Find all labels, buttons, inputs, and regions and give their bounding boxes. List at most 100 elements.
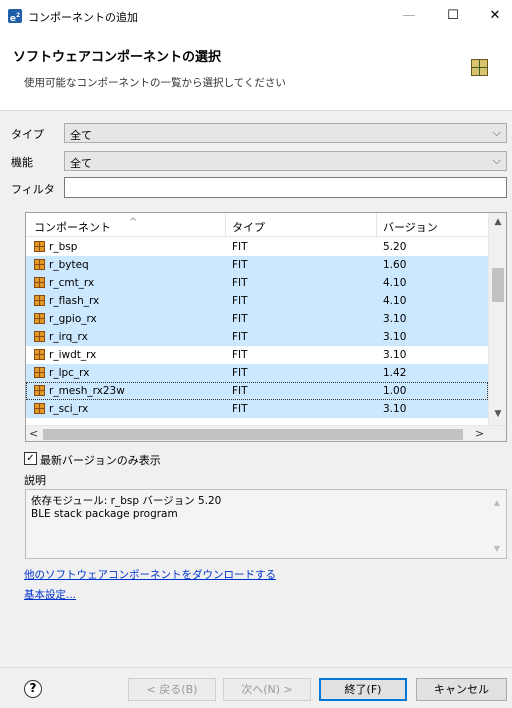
component-type: FIT (232, 367, 248, 379)
description-text: BLE stack package program (31, 508, 178, 520)
cancel-button[interactable]: キャンセル (416, 678, 507, 701)
filter-input[interactable] (64, 177, 507, 198)
component-type: FIT (232, 349, 248, 361)
component-type: FIT (232, 403, 248, 415)
wizard-header: ソフトウェアコンポーネントの選択 使用可能なコンポーネントの一覧から選択してくだ… (0, 31, 512, 111)
component-icon (34, 295, 45, 306)
page-subtitle: 使用可能なコンポーネントの一覧から選択してください (24, 77, 286, 89)
close-button[interactable]: ✕ (475, 0, 512, 31)
scroll-down-arrow-icon[interactable]: ▼ (489, 409, 506, 419)
type-select-value: 全て (70, 129, 92, 142)
table-row[interactable]: r_iwdt_rx FIT 3.10 (26, 346, 488, 364)
column-divider (376, 213, 377, 237)
column-header-version[interactable]: バージョン (383, 219, 438, 235)
component-icon (34, 277, 45, 288)
sort-ascending-icon: ^ (129, 217, 138, 228)
horizontal-scrollbar[interactable]: < > (26, 425, 506, 441)
component-name: r_cmt_rx (49, 277, 95, 289)
table-row[interactable]: r_bsp FIT 5.20 (26, 238, 488, 256)
component-icon (34, 259, 45, 270)
latest-only-checkbox[interactable]: ✓ (24, 452, 37, 465)
component-type: FIT (232, 259, 248, 271)
component-name: r_byteq (49, 259, 89, 271)
component-name: r_bsp (49, 241, 78, 253)
table-body: r_bsp FIT 5.20 r_byteq FIT 1.60 r_cmt_rx… (26, 238, 488, 418)
function-select[interactable]: 全て ⌵ (64, 151, 507, 171)
back-button[interactable]: < 戻る(B) (128, 678, 216, 701)
component-type: FIT (232, 313, 248, 325)
basic-settings-link[interactable]: 基本設定... (24, 587, 76, 602)
table-row[interactable]: r_byteq FIT 1.60 (26, 256, 488, 274)
component-table[interactable]: コンポーネント ^ タイプ バージョン r_bsp FIT 5.20 r_byt… (25, 212, 507, 442)
column-header-component[interactable]: コンポーネント ^ (34, 217, 137, 235)
table-row[interactable]: r_gpio_rx FIT 3.10 (26, 310, 488, 328)
component-name: r_gpio_rx (49, 313, 97, 325)
next-button[interactable]: 次へ(N) > (223, 678, 311, 701)
component-version: 3.10 (383, 331, 407, 343)
function-label: 機能 (11, 156, 33, 169)
maximize-button[interactable]: ☐ (433, 0, 473, 31)
component-version: 1.42 (383, 367, 407, 379)
component-type: FIT (232, 277, 248, 289)
component-icon (34, 331, 45, 342)
latest-only-label[interactable]: 最新バージョンのみ表示 (40, 452, 161, 468)
column-divider (225, 213, 226, 237)
component-icon (34, 367, 45, 378)
table-row[interactable]: r_irq_rx FIT 3.10 (26, 328, 488, 346)
scroll-up-arrow-icon[interactable]: ▲ (489, 217, 506, 227)
table-row[interactable]: r_flash_rx FIT 4.10 (26, 292, 488, 310)
component-version: 4.10 (383, 277, 407, 289)
e2-studio-app-icon: e2 (8, 9, 22, 24)
component-type: FIT (232, 385, 248, 397)
scroll-left-arrow-icon[interactable]: < (29, 427, 38, 440)
component-version: 1.00 (383, 385, 407, 397)
minimize-button[interactable]: — (389, 0, 429, 31)
function-select-value: 全て (70, 157, 92, 170)
filter-label: フィルタ (11, 183, 55, 196)
chevron-down-icon: ⌵ (492, 154, 501, 167)
component-name: r_mesh_rx23w (49, 385, 125, 397)
scroll-up-arrow-icon: ▲ (493, 498, 500, 507)
description-label: 説明 (24, 474, 46, 487)
component-icon (34, 349, 45, 360)
footer-divider (0, 667, 512, 668)
scroll-down-arrow-icon: ▼ (493, 544, 500, 553)
component-icon (34, 385, 45, 396)
component-name: r_iwdt_rx (49, 349, 97, 361)
scroll-right-arrow-icon[interactable]: > (475, 427, 484, 440)
component-name: r_flash_rx (49, 295, 100, 307)
component-version: 3.10 (383, 403, 407, 415)
type-select[interactable]: 全て ⌵ (64, 123, 507, 143)
horizontal-scroll-thumb[interactable] (43, 429, 463, 440)
component-name: r_sci_rx (49, 403, 89, 415)
table-row[interactable]: r_cmt_rx FIT 4.10 (26, 274, 488, 292)
window-title: コンポーネントの追加 (28, 11, 138, 24)
component-icon (34, 241, 45, 252)
component-name: r_lpc_rx (49, 367, 90, 379)
description-dependency: 依存モジュール: r_bsp バージョン 5.20 (31, 495, 222, 507)
component-version: 3.10 (383, 349, 407, 361)
type-label: タイプ (11, 128, 44, 141)
table-row[interactable]: r_mesh_rx23w FIT 1.00 (26, 382, 488, 400)
table-row[interactable]: r_sci_rx FIT 3.10 (26, 400, 488, 418)
download-components-link[interactable]: 他のソフトウェアコンポーネントをダウンロードする (24, 567, 276, 582)
component-type: FIT (232, 241, 248, 253)
component-name: r_irq_rx (49, 331, 88, 343)
vertical-scroll-thumb[interactable] (492, 268, 504, 302)
component-version: 1.60 (383, 259, 407, 271)
vertical-scrollbar[interactable]: ▲ ▼ (488, 213, 506, 425)
component-icon (34, 313, 45, 324)
page-title: ソフトウェアコンポーネントの選択 (13, 50, 222, 65)
component-version: 3.10 (383, 313, 407, 325)
chevron-down-icon: ⌵ (492, 126, 501, 139)
column-header-type[interactable]: タイプ (232, 219, 265, 235)
table-header: コンポーネント ^ タイプ バージョン (26, 213, 488, 237)
component-type: FIT (232, 331, 248, 343)
component-icon (34, 403, 45, 414)
component-grid-icon (471, 59, 488, 76)
component-version: 4.10 (383, 295, 407, 307)
component-version: 5.20 (383, 241, 407, 253)
finish-button[interactable]: 終了(F) (319, 678, 407, 701)
help-icon[interactable]: ? (24, 680, 42, 698)
table-row[interactable]: r_lpc_rx FIT 1.42 (26, 364, 488, 382)
